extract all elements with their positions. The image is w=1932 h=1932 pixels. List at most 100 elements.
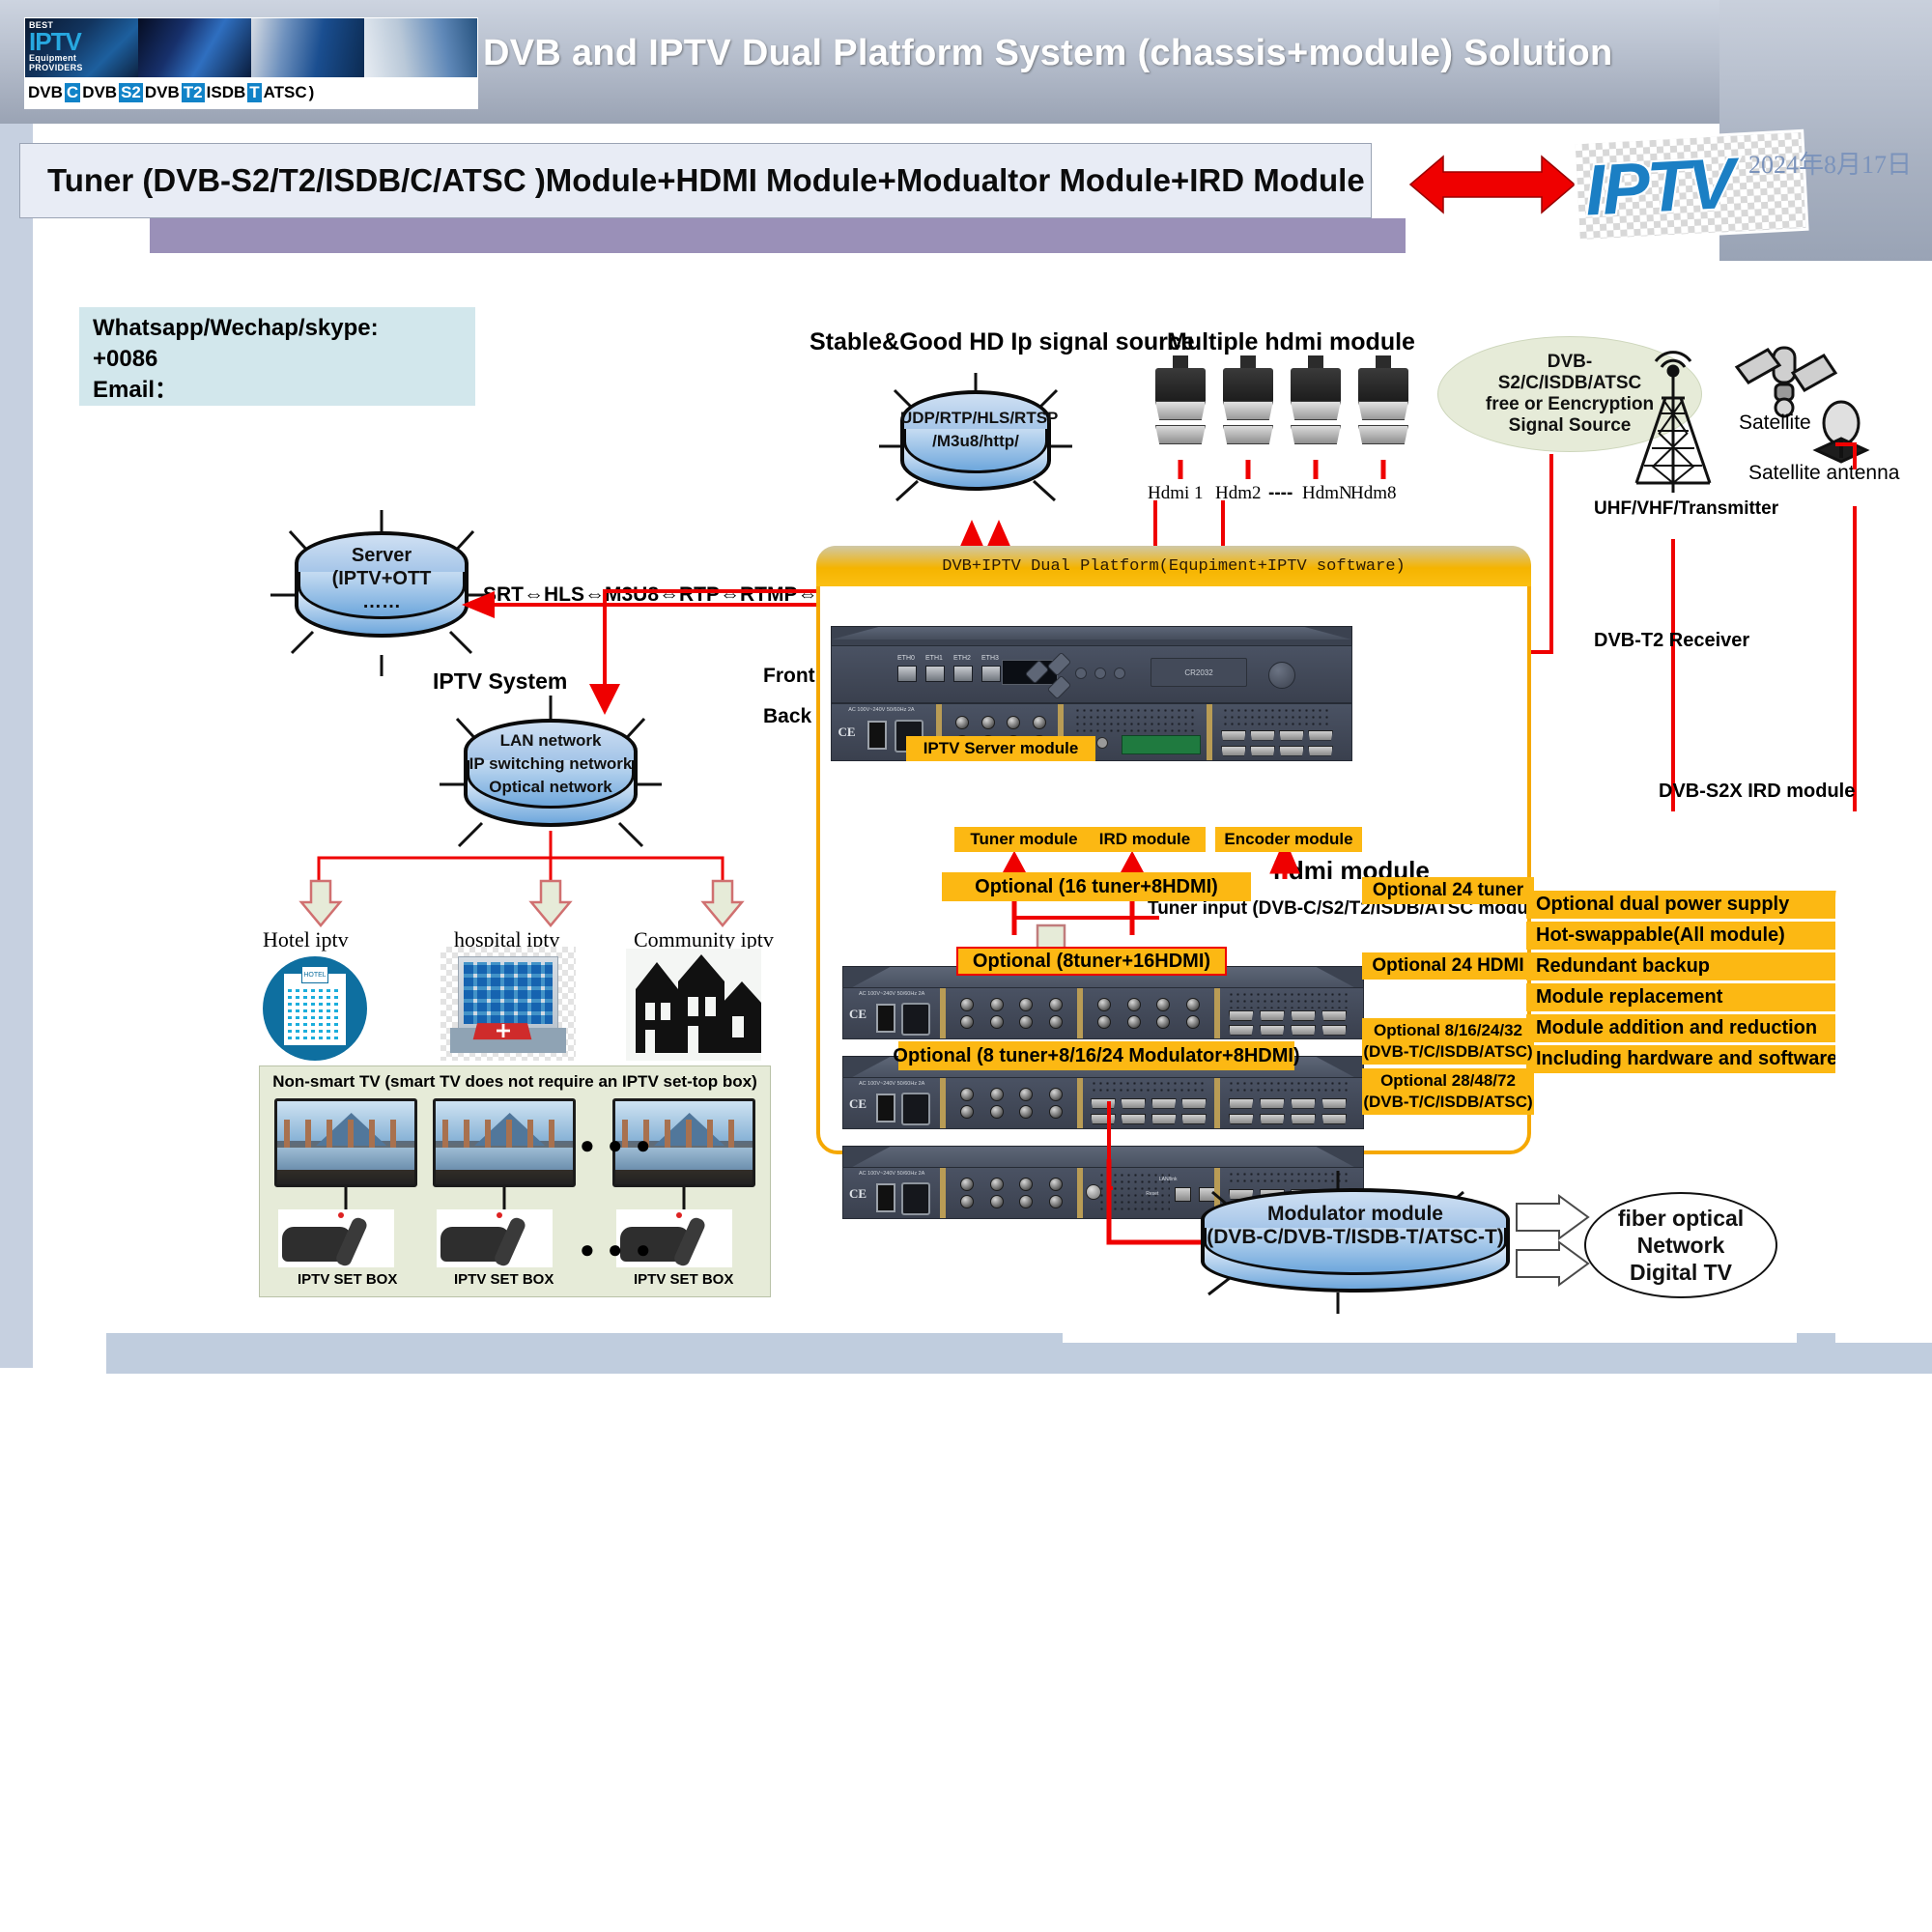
community-icon [626, 949, 761, 1061]
side-tag-28-48-72: Optional 28/48/72 (DVB-T/C/ISDB/ATSC) [1362, 1068, 1534, 1115]
ip-source-line1: UDP/RTP/HLS/RTSP [900, 408, 1059, 427]
server-cloud-line2: (IPTV+OTT [331, 568, 432, 590]
iptv-logo-text: IPTV [1582, 142, 1735, 231]
std-s2: S2 [119, 82, 143, 102]
psu-rating-label: AC 100V~240V 50/60Hz 2A [848, 707, 915, 714]
rack2-psu-label: AC 100V~240V 50/60Hz 2A [859, 1081, 925, 1088]
optional-rack-1-tag: Optional (16 tuner+8HDMI) [942, 872, 1251, 901]
rack2-power-switch[interactable] [876, 1093, 895, 1122]
power-switch[interactable] [867, 721, 887, 751]
std-dvb3: DVB [144, 82, 180, 101]
contact-box: Whatsapp/Wechap/skype: +0086 Email： [79, 307, 475, 406]
tag-iptv-server-module: IPTV Server module [906, 736, 1095, 761]
dual-platform-title: DVB+IPTV Dual Platform(Equpiment+IPTV so… [942, 556, 1406, 576]
subtitle-accent-bar [150, 218, 1406, 253]
network-cloud-line3: Optical network [489, 778, 612, 797]
dest-down-arrows [298, 879, 745, 927]
eth-port-3[interactable] [981, 666, 1001, 682]
hdmi-connector-3 [1291, 355, 1341, 444]
dvbs2x-ird-label: DVB-S2X IRD module [1659, 781, 1856, 802]
menu-button[interactable] [1094, 668, 1106, 679]
eth-port-2[interactable] [953, 666, 973, 682]
side-tag-3-line2: (DVB-T/C/ISDB/ATSC) [1363, 1042, 1533, 1061]
optional-rack-1-panel: AC 100V~240V 50/60Hz 2A CE [842, 987, 1364, 1039]
eth-label-3: ETH3 [981, 655, 999, 662]
lock-button[interactable] [1114, 668, 1125, 679]
tag-ird-module: IRD module [1084, 827, 1206, 852]
rack3-psu-label: AC 100V~240V 50/60Hz 2A [859, 1171, 925, 1178]
set-top-box-2 [437, 1209, 553, 1268]
std-isdb: ISDB [206, 82, 246, 101]
rack3-tuner[interactable] [946, 1168, 1077, 1218]
eth-port-0[interactable] [897, 666, 917, 682]
logo-brand-text: BEST IPTV Equipment PROVIDERS [29, 20, 83, 72]
rack1-tuner-a[interactable] [946, 988, 1077, 1038]
rack1-tuner-b[interactable] [1083, 988, 1214, 1038]
atsc-wave-icon: ) [308, 82, 315, 101]
left-accent-rail [0, 93, 33, 1368]
rack2-ce: CE [849, 1095, 867, 1111]
ip-source-title: Stable&Good HD Ip signal source [810, 328, 1195, 355]
rack2-psu: AC 100V~240V 50/60Hz 2A CE [843, 1078, 940, 1128]
feature-item-1: Hot-swappable(All module) [1526, 922, 1886, 950]
dvbt2-receiver-label: DVB-T2 Receiver [1594, 630, 1750, 651]
ip-source-cloud: UDP/RTP/HLS/RTSP /M3u8/http/ [900, 390, 1059, 491]
rack1-ce: CE [849, 1006, 867, 1021]
eth-label-1: ETH1 [925, 655, 943, 662]
std-t2: T2 [181, 82, 205, 102]
optional-rack-3-tag: Optional (8 tuner+8/16/24 Modulator+8HDM… [893, 1041, 1300, 1070]
set-top-box-label-1: IPTV SET BOX [298, 1271, 398, 1288]
hotel-icon: HOTEL [263, 956, 367, 1061]
date-label: 2024年8月17日 [1748, 151, 1913, 179]
rack2-tuner[interactable] [946, 1078, 1077, 1128]
bottom-right-mask [1835, 850, 1932, 1343]
brand-logo-strip: BEST IPTV Equipment PROVIDERS DVB C DVB … [24, 17, 478, 109]
rack3-power-inlet [901, 1181, 930, 1215]
rack1-psu-label: AC 100V~240V 50/60Hz 2A [859, 991, 925, 998]
logo-providers: PROVIDERS [29, 63, 83, 72]
set-top-box-label-2: IPTV SET BOX [454, 1271, 554, 1288]
encoder-module-block[interactable] [1214, 704, 1340, 760]
tag-tuner-module: Tuner module [954, 827, 1094, 852]
module-separator-3 [1207, 704, 1212, 760]
feature-item-0: Optional dual power supply [1526, 891, 1886, 919]
logo-equipment: Equipment [29, 53, 77, 63]
logo-image-2 [138, 18, 251, 77]
modulator-cloud-line2: (DVB-C/DVB-T/ISDB-T/ATSC-T) [1207, 1226, 1504, 1249]
ip-source-line2: /M3u8/http/ [932, 431, 1019, 450]
contact-line-2: +0086 [93, 346, 158, 372]
rack1-power-switch[interactable] [876, 1003, 895, 1033]
hdmi-connector-2 [1223, 355, 1273, 444]
side-tag-4-line1: Optional 28/48/72 [1380, 1071, 1516, 1090]
logo-iptv: IPTV [29, 27, 82, 56]
network-cloud-line1: LAN network [499, 731, 602, 751]
double-arrow-icon [1408, 155, 1577, 214]
rack1-psu: AC 100V~240V 50/60Hz 2A CE [843, 988, 940, 1038]
eth-port-1[interactable] [925, 666, 945, 682]
hdmi-connector-4 [1358, 355, 1408, 444]
eth-label-2: ETH2 [953, 655, 971, 662]
server-cloud-line3: …… [362, 591, 401, 613]
contact-line-1: Whatsapp/Wechap/skype: [93, 315, 379, 341]
side-tag-3-line1: Optional 8/16/24/32 [1373, 1021, 1522, 1039]
modulator-cloud: Modulator module (DVB-C/DVB-T/ISDB-T/ATS… [1201, 1188, 1510, 1293]
rack3-power-switch[interactable] [876, 1182, 895, 1212]
side-tag-4-line2: (DVB-T/C/ISDB/ATSC) [1363, 1093, 1533, 1111]
eth-port-row [897, 666, 1001, 682]
front-label: Front [763, 665, 815, 687]
feature-item-2: Redundant backup [1526, 952, 1886, 980]
side-tag-24-tuner: Optional 24 tuner [1362, 877, 1534, 904]
logo-image-1: BEST IPTV Equipment PROVIDERS [25, 18, 138, 77]
network-cloud-line2: IP switching network [469, 754, 633, 774]
side-tag-8-16-24-32: Optional 8/16/24/32 (DVB-T/C/ISDB/ATSC) [1362, 1018, 1534, 1065]
subtitle-text: Tuner (DVB-S2/T2/ISDB/C/ATSC )Module+HDM… [47, 162, 1365, 198]
rack3-ce: CE [849, 1185, 867, 1201]
hospital-icon [440, 947, 576, 1061]
enter-button[interactable] [1075, 668, 1087, 679]
eth-label-0: ETH0 [897, 655, 915, 662]
stb-ellipsis: ● ● ● [580, 1235, 654, 1264]
rack1-encoder[interactable] [1220, 988, 1355, 1038]
network-cloud: LAN network IP switching network Optical… [464, 719, 638, 827]
chassis-knob[interactable] [1268, 662, 1295, 689]
std-atsc: ATSC [263, 82, 307, 101]
